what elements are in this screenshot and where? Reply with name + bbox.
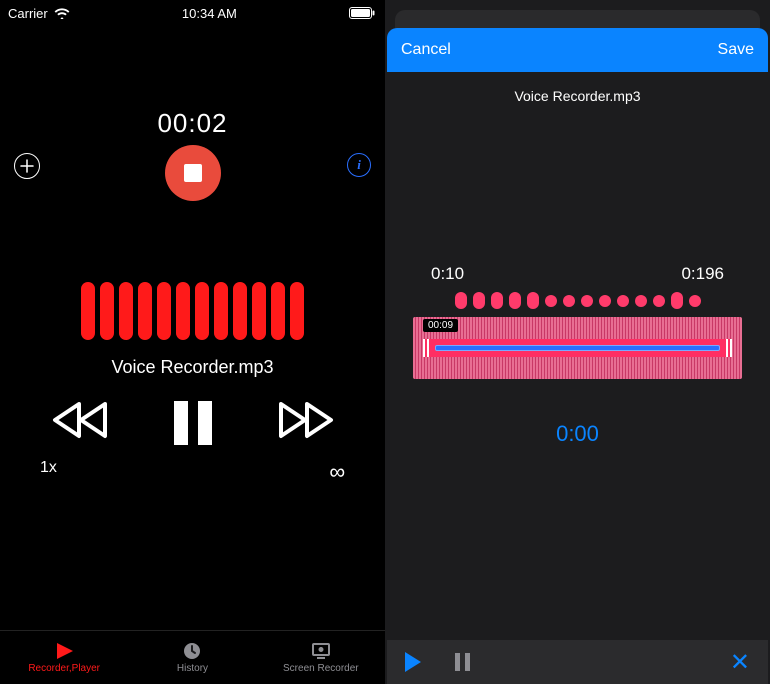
tab-label: Recorder,Player [28,663,100,674]
trim-range-bar[interactable] [435,345,720,351]
play-icon [53,641,75,661]
fast-forward-button[interactable] [277,400,335,445]
pause-button[interactable] [455,653,470,671]
pause-icon [174,401,188,445]
tab-recorder-player[interactable]: Recorder,Player [0,631,128,684]
position-tooltip: 00:09 [423,319,458,332]
trim-start-label: 0:10 [431,264,464,284]
editor-toolbar: ✕ [387,640,768,684]
playback-speed[interactable]: 1x [40,459,57,485]
background-sheet-peek [395,10,760,28]
trim-end-label: 0:196 [681,264,724,284]
fast-forward-icon [277,400,335,440]
recorder-player-screen: Carrier 10:34 AM 00:02 i Voice Recorder [0,0,385,684]
loop-toggle[interactable]: ∞ [329,459,345,485]
pause-icon [455,653,460,671]
tab-label: History [177,663,208,674]
playback-time: 0:00 [387,421,768,447]
amplitude-dots [387,292,768,309]
current-filename: Voice Recorder.mp3 [0,357,385,378]
tab-history[interactable]: History [128,631,256,684]
info-button[interactable]: i [347,153,371,177]
save-button[interactable]: Save [718,41,754,59]
plus-icon [20,159,34,173]
play-button[interactable] [405,652,421,672]
editor-header: Cancel Save [387,28,768,72]
trim-editor-screen: Cancel Save Voice Recorder.mp3 0:10 0:19… [385,0,770,684]
screen-icon [310,641,332,661]
wifi-icon [54,7,70,19]
waveform-trim[interactable]: 00:09 [413,317,742,379]
pause-button[interactable] [174,401,212,445]
stop-icon [184,164,202,182]
statusbar-time: 10:34 AM [182,6,237,21]
editor-filename: Voice Recorder.mp3 [387,88,768,104]
tab-label: Screen Recorder [283,663,359,674]
trim-selection[interactable] [423,339,732,357]
trim-handle-right[interactable] [726,339,732,357]
battery-icon [349,7,375,19]
tab-screen-recorder[interactable]: Screen Recorder [257,631,385,684]
audio-visualizer [0,279,385,343]
tab-bar: Recorder,Player History Screen Recorder [0,630,385,684]
rewind-icon [51,400,109,440]
stop-record-button[interactable] [165,145,221,201]
trim-handle-left[interactable] [423,339,429,357]
clock-icon [181,641,203,661]
add-button[interactable] [14,153,40,179]
rewind-button[interactable] [51,400,109,445]
status-bar: Carrier 10:34 AM [0,0,385,22]
close-button[interactable]: ✕ [730,648,750,677]
carrier-label: Carrier [8,6,48,21]
recording-timer: 00:02 [0,108,385,139]
cancel-button[interactable]: Cancel [401,41,451,59]
